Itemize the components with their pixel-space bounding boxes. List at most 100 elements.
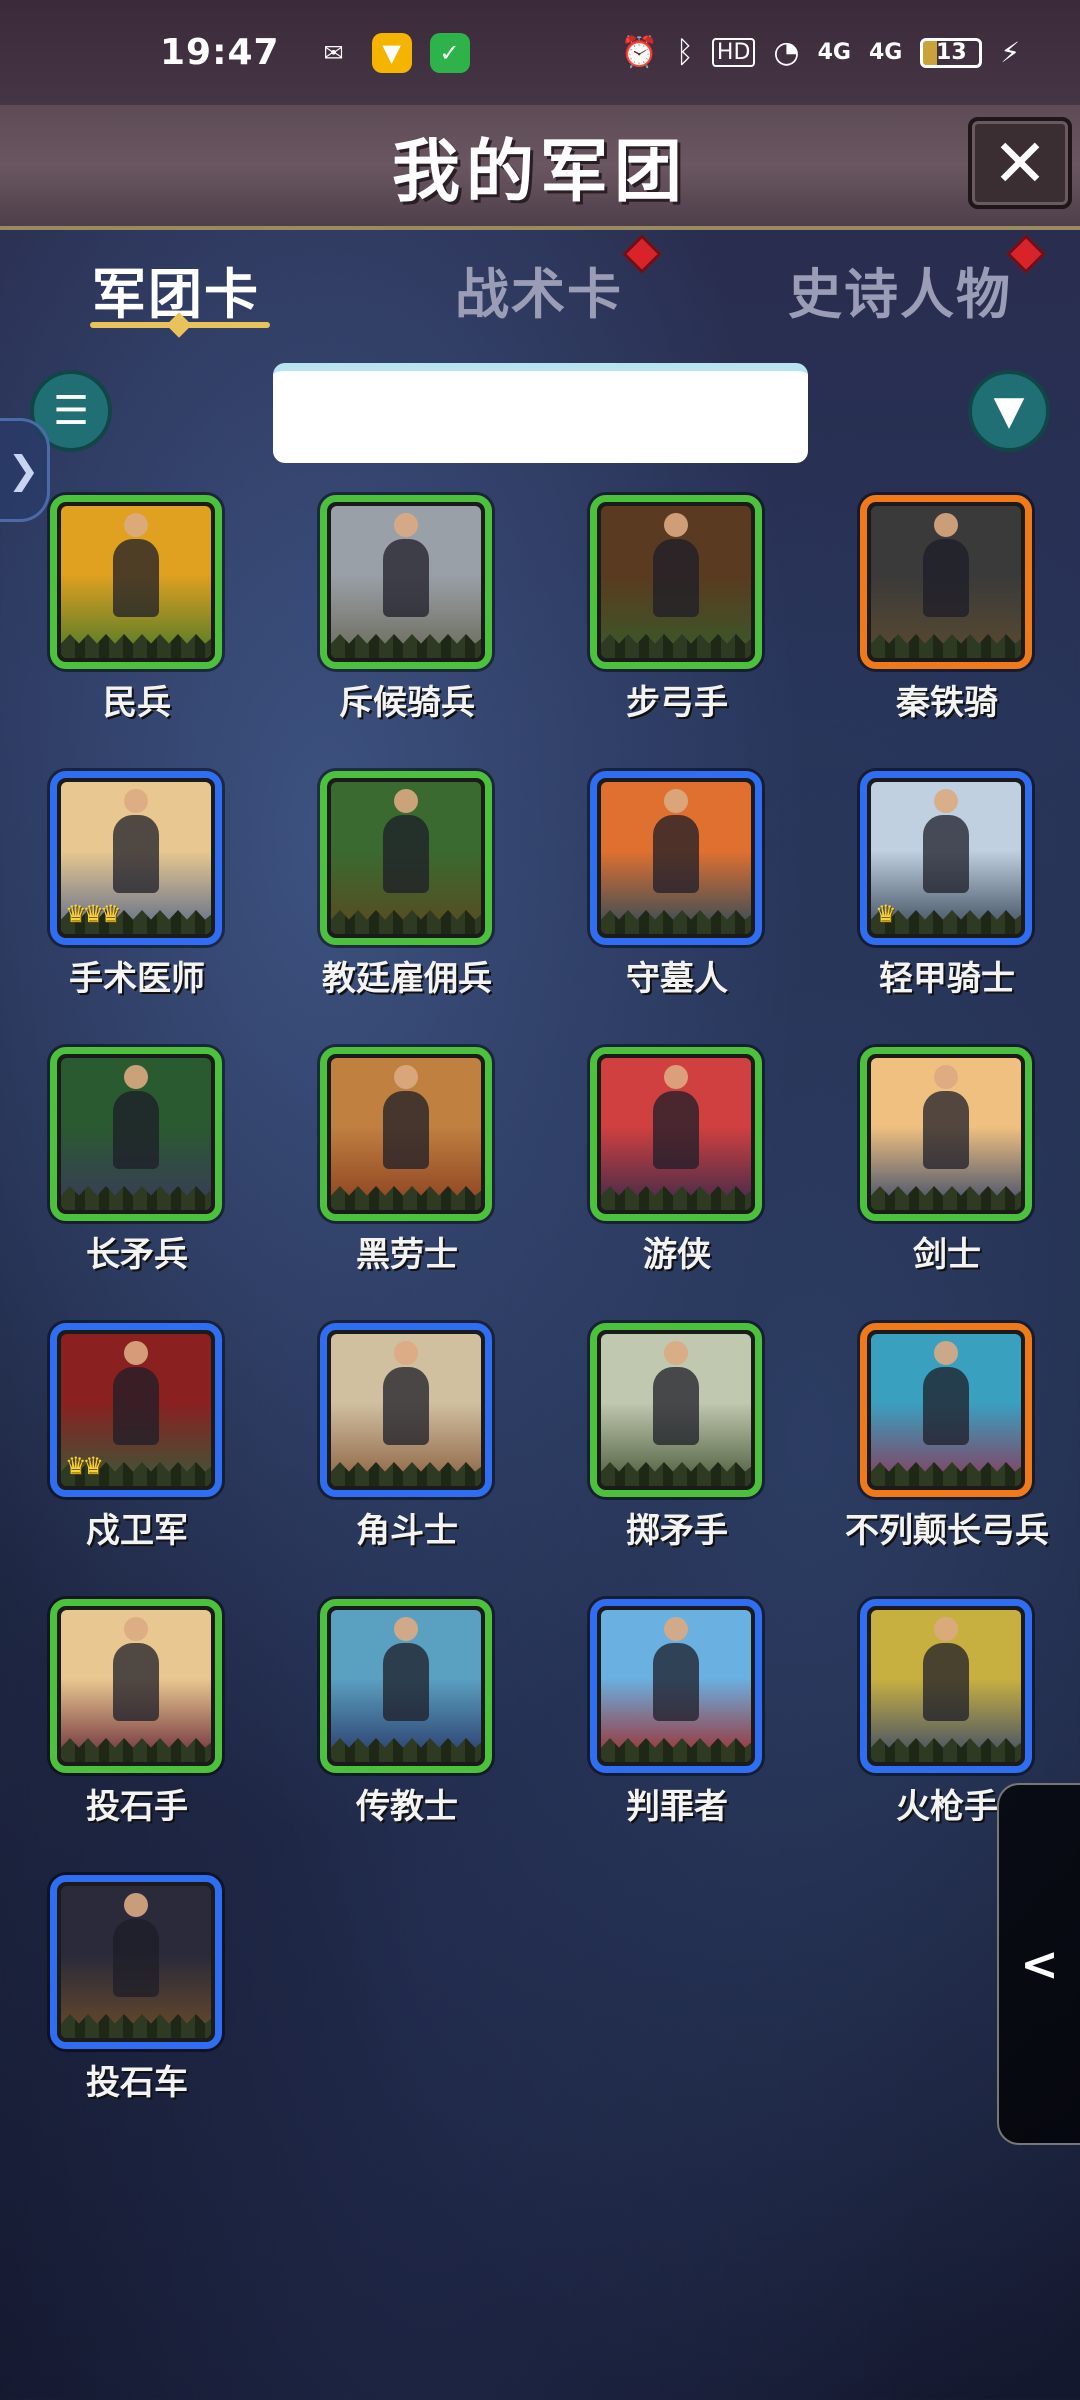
grass-border bbox=[61, 634, 211, 658]
legion-card[interactable]: 游侠 bbox=[542, 1047, 812, 1275]
grass-border bbox=[601, 1462, 751, 1486]
legion-card[interactable]: 角斗士 bbox=[272, 1323, 542, 1551]
card-frame bbox=[320, 1323, 492, 1497]
legion-card[interactable]: 传教士 bbox=[272, 1599, 542, 1827]
card-frame bbox=[590, 495, 762, 669]
grass-border bbox=[61, 1738, 211, 1762]
unit-figure bbox=[113, 1617, 159, 1722]
crown-rank-icon: ♛♛♛ bbox=[65, 900, 122, 928]
card-portrait-image: ♛♛ bbox=[61, 1334, 211, 1486]
legion-card[interactable]: 教廷雇佣兵 bbox=[272, 771, 542, 999]
battery-icon: 13 bbox=[920, 37, 983, 68]
grass-border bbox=[871, 910, 1021, 934]
grass-border bbox=[61, 2014, 211, 2038]
card-name: 斥候骑兵 bbox=[339, 683, 475, 723]
tab-bar: 军团卡 战术卡 史诗人物 bbox=[0, 234, 1080, 350]
card-name: 民兵 bbox=[103, 683, 171, 723]
card-frame bbox=[50, 1047, 222, 1221]
card-portrait-image bbox=[61, 1610, 211, 1762]
grass-border bbox=[871, 1738, 1021, 1762]
legion-card[interactable]: 守墓人 bbox=[542, 771, 812, 999]
card-name: 黑劳士 bbox=[356, 1235, 458, 1275]
unit-figure bbox=[653, 1341, 699, 1446]
card-name: 教廷雇佣兵 bbox=[322, 959, 492, 999]
card-name: 判罪者 bbox=[626, 1787, 728, 1827]
legion-card[interactable]: 掷矛手 bbox=[542, 1323, 812, 1551]
unit-figure bbox=[113, 789, 159, 894]
unit-figure bbox=[383, 1065, 429, 1170]
card-portrait-image: ♛♛♛ bbox=[61, 782, 211, 934]
unit-figure bbox=[653, 1065, 699, 1170]
legion-card[interactable]: 投石手 bbox=[2, 1599, 272, 1827]
page-title: 我的军团 bbox=[391, 133, 688, 212]
unit-figure bbox=[923, 1341, 969, 1446]
unit-figure bbox=[923, 1617, 969, 1722]
hd-icon: HD bbox=[711, 38, 756, 67]
charging-icon: ⚡ bbox=[1000, 36, 1020, 69]
card-frame bbox=[590, 771, 762, 945]
card-portrait-image bbox=[871, 506, 1021, 658]
card-portrait-image bbox=[871, 1334, 1021, 1486]
card-name: 剑士 bbox=[913, 1235, 981, 1275]
legion-card[interactable]: 投石车 bbox=[2, 1875, 272, 2103]
legion-card[interactable]: 步弓手 bbox=[542, 495, 812, 723]
legion-card[interactable]: 民兵 bbox=[2, 495, 272, 723]
epic-characters-notification-badge bbox=[1006, 234, 1046, 274]
filter-button[interactable]: ▼ bbox=[968, 370, 1050, 452]
card-frame bbox=[860, 1047, 1032, 1221]
card-frame: ♛ bbox=[860, 771, 1032, 945]
list-icon: ☰ bbox=[53, 388, 89, 434]
card-frame bbox=[320, 495, 492, 669]
unit-figure bbox=[113, 1065, 159, 1170]
bluetooth-icon: ᛒ bbox=[675, 35, 694, 70]
unit-figure bbox=[383, 1617, 429, 1722]
grass-border bbox=[601, 1738, 751, 1762]
legion-card[interactable]: ♛♛♛ 手术医师 bbox=[2, 771, 272, 999]
unit-figure bbox=[923, 789, 969, 894]
grass-border bbox=[61, 1186, 211, 1210]
legion-card[interactable]: 斥候骑兵 bbox=[272, 495, 542, 723]
unit-figure bbox=[383, 513, 429, 618]
card-frame: ♛♛♛ bbox=[50, 771, 222, 945]
grass-border bbox=[871, 1186, 1021, 1210]
card-frame bbox=[860, 1599, 1032, 1773]
status-app-icons: ✉ ▼ ✓ bbox=[314, 32, 470, 73]
grass-border bbox=[331, 1738, 481, 1762]
card-name: 长矛兵 bbox=[86, 1235, 188, 1275]
legion-card[interactable]: 黑劳士 bbox=[272, 1047, 542, 1275]
grass-border bbox=[601, 1186, 751, 1210]
unit-figure bbox=[923, 513, 969, 618]
legion-card[interactable]: 剑士 bbox=[812, 1047, 1080, 1275]
card-frame bbox=[860, 495, 1032, 669]
legion-card[interactable]: 长矛兵 bbox=[2, 1047, 272, 1275]
legion-card[interactable]: ♛ 轻甲骑士 bbox=[812, 771, 1080, 999]
card-portrait-image bbox=[331, 506, 481, 658]
tactic-cards-notification-badge bbox=[622, 234, 662, 274]
card-name: 角斗士 bbox=[356, 1511, 458, 1551]
unit-figure bbox=[113, 513, 159, 618]
unit-figure bbox=[383, 1341, 429, 1446]
card-frame bbox=[590, 1599, 762, 1773]
grass-border bbox=[331, 634, 481, 658]
side-drawer-handle[interactable]: < bbox=[997, 1783, 1080, 2145]
legion-card[interactable]: 不列颠长弓兵 bbox=[812, 1323, 1080, 1551]
grass-border bbox=[331, 1462, 481, 1486]
search-input[interactable] bbox=[273, 363, 808, 463]
close-button[interactable]: ✕ bbox=[968, 117, 1072, 209]
card-portrait-image bbox=[601, 1610, 751, 1762]
tab-epic-characters[interactable]: 史诗人物 bbox=[788, 250, 1012, 329]
tab-tactic-cards[interactable]: 战术卡 bbox=[455, 250, 623, 329]
legion-card[interactable]: ♛♛ 戍卫军 bbox=[2, 1323, 272, 1551]
card-frame bbox=[320, 1599, 492, 1773]
card-frame bbox=[590, 1047, 762, 1221]
vpn-shield-icon: ▼ bbox=[371, 32, 412, 73]
card-frame bbox=[320, 1047, 492, 1221]
card-name: 手术医师 bbox=[69, 959, 205, 999]
card-frame bbox=[590, 1323, 762, 1497]
legion-card[interactable]: 判罪者 bbox=[542, 1599, 812, 1827]
card-portrait-image bbox=[61, 506, 211, 658]
signal-icon-2: 4G bbox=[868, 40, 903, 65]
legion-card[interactable]: 秦铁骑 bbox=[812, 495, 1080, 723]
card-portrait-image bbox=[871, 1058, 1021, 1210]
unit-figure bbox=[653, 513, 699, 618]
